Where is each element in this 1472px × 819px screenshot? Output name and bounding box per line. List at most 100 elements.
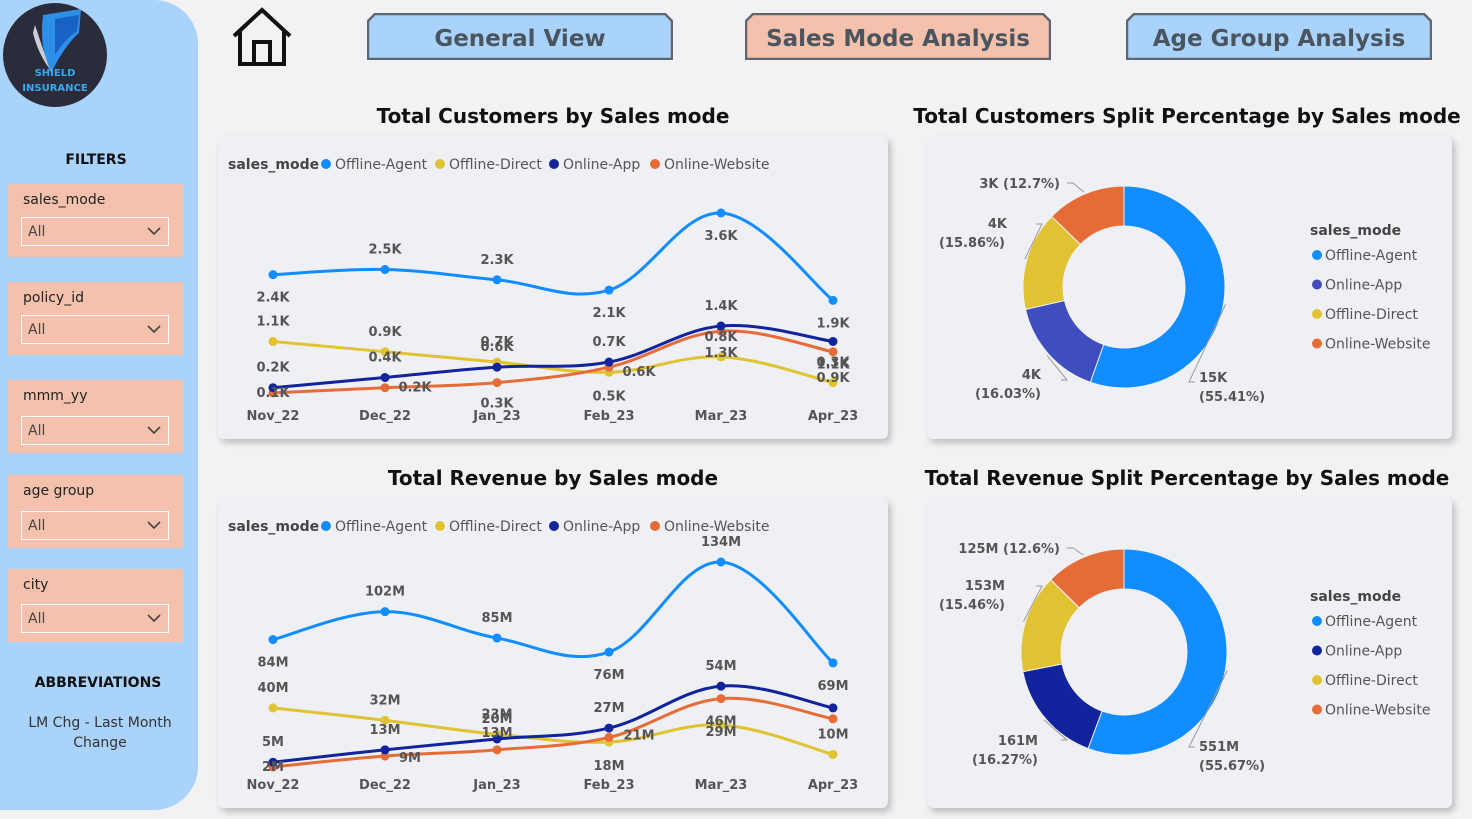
legend-item-online-app[interactable]: Online-App — [549, 519, 640, 535]
data-point[interactable] — [492, 378, 502, 388]
button-label: Sales Mode Analysis — [766, 26, 1030, 52]
series-line — [272, 696, 834, 769]
data-point[interactable] — [716, 681, 726, 691]
dropdown-value: All — [28, 423, 46, 439]
data-label: 5M — [262, 735, 284, 750]
data-label: 10M — [817, 727, 848, 742]
logo-line2: INSURANCE — [22, 83, 88, 94]
legend-item-offline-direct[interactable]: Offline-Direct — [435, 519, 542, 535]
data-point[interactable] — [828, 749, 838, 759]
legend-item-online-website[interactable]: Online-Website — [1312, 703, 1430, 719]
home-icon[interactable] — [230, 6, 294, 68]
data-label: 0.4K — [368, 350, 402, 365]
abbreviations-title: ABBREVIATIONS — [34, 675, 162, 691]
policy-id-dropdown[interactable]: All — [21, 315, 169, 344]
legend-item-online-app[interactable]: Online-App — [549, 157, 640, 173]
data-point[interactable] — [268, 635, 278, 645]
slice-value-label: 15K — [1199, 371, 1228, 386]
data-point[interactable] — [828, 703, 838, 713]
legend-marker — [549, 521, 559, 531]
series-offline-agent — [268, 208, 838, 305]
legend-label: Offline-Agent — [1325, 614, 1418, 630]
data-label: 0.5K — [592, 389, 626, 404]
data-point[interactable] — [492, 362, 502, 372]
x-tick-label: Feb_23 — [583, 409, 634, 424]
filters-title: FILTERS — [65, 152, 127, 168]
legend-item-online-website[interactable]: Online-Website — [1312, 337, 1430, 353]
data-label: 0.6K — [622, 365, 656, 380]
filter-sales-mode: sales_mode All — [8, 184, 183, 257]
leader-line — [1067, 182, 1085, 193]
chart-legend: sales_mode Offline-Agent Online-App Offline… — [1310, 223, 1430, 353]
filter-city: city All — [8, 569, 183, 642]
series-offline-direct — [268, 703, 838, 759]
data-point[interactable] — [380, 607, 390, 617]
data-point[interactable] — [604, 285, 614, 295]
legend-item-offline-direct[interactable]: Offline-Direct — [1312, 307, 1418, 323]
legend-item-offline-direct[interactable]: Offline-Direct — [1312, 673, 1418, 689]
data-label: 69M — [817, 679, 848, 694]
data-point[interactable] — [604, 647, 614, 657]
data-point[interactable] — [828, 714, 838, 724]
data-point[interactable] — [716, 557, 726, 567]
slice-value-label: 125M (12.6%) — [958, 542, 1060, 557]
series-online-app — [268, 681, 838, 767]
data-point[interactable] — [716, 694, 726, 704]
legend-label: Online-App — [1325, 644, 1402, 660]
chart-legend: sales_mode Offline-Agent Offline-Direct Onl… — [228, 519, 769, 535]
sales-mode-dropdown[interactable]: All — [21, 217, 169, 246]
general-view-button[interactable]: General View — [367, 13, 673, 60]
age-group-dropdown[interactable]: All — [21, 511, 169, 540]
data-point[interactable] — [604, 357, 614, 367]
data-label: 0.1K — [256, 386, 290, 401]
legend-item-online-website[interactable]: Online-Website — [650, 519, 769, 535]
legend-label: Offline-Direct — [1325, 307, 1418, 323]
x-tick-label: Apr_23 — [808, 778, 858, 793]
data-point[interactable] — [380, 372, 390, 382]
legend-label: Online-App — [1325, 278, 1402, 294]
x-tick-label: Apr_23 — [808, 409, 858, 424]
data-point[interactable] — [828, 658, 838, 668]
data-point[interactable] — [380, 265, 390, 275]
data-point[interactable] — [268, 270, 278, 280]
data-point[interactable] — [268, 703, 278, 713]
data-label: 0.3K — [480, 397, 514, 412]
legend-item-online-app[interactable]: Online-App — [1312, 278, 1402, 294]
legend-marker — [1312, 338, 1322, 349]
data-point[interactable] — [828, 295, 838, 305]
legend-item-offline-direct[interactable]: Offline-Direct — [435, 157, 542, 173]
slice-value-label: 4K — [1022, 368, 1042, 383]
data-point[interactable] — [716, 208, 726, 218]
legend-item-online-website[interactable]: Online-Website — [650, 157, 769, 173]
mmm-yy-dropdown[interactable]: All — [21, 416, 169, 445]
slice-label-online-website: 3K (12.7%) — [979, 177, 1060, 192]
dropdown-value: All — [28, 322, 46, 338]
city-dropdown[interactable]: All — [21, 604, 169, 633]
dropdown-value: All — [28, 611, 46, 627]
sales-mode-analysis-button[interactable]: Sales Mode Analysis — [745, 13, 1051, 60]
data-point[interactable] — [380, 383, 390, 393]
series-offline-agent — [268, 557, 838, 668]
data-point[interactable] — [492, 745, 502, 755]
data-point[interactable] — [492, 275, 502, 285]
legend-marker — [549, 159, 559, 169]
legend-item-offline-agent[interactable]: Offline-Agent — [321, 157, 428, 173]
legend-item-offline-agent[interactable]: Offline-Agent — [1312, 248, 1418, 264]
data-point[interactable] — [380, 745, 390, 755]
age-group-analysis-button[interactable]: Age Group Analysis — [1126, 13, 1432, 60]
data-point[interactable] — [492, 633, 502, 643]
data-point[interactable] — [268, 336, 278, 346]
legend-item-offline-agent[interactable]: Offline-Agent — [1312, 614, 1418, 630]
data-point[interactable] — [604, 732, 614, 742]
x-tick-label: Mar_23 — [695, 409, 748, 424]
data-point[interactable] — [828, 336, 838, 346]
data-label: 27M — [593, 701, 624, 716]
data-label: 0.2K — [256, 361, 290, 376]
customers-donut-chart: 15K (55.41%) 4K (16.03%) 4K (15.86%) 3K (12.7%… — [939, 177, 1430, 405]
slice-percent-label: (16.03%) — [975, 387, 1041, 402]
data-point[interactable] — [604, 723, 614, 733]
legend-item-online-app[interactable]: Online-App — [1312, 644, 1402, 660]
customers-donut-card: 15K (55.41%) 4K (16.03%) 4K (15.86%) 3K (12.7%… — [927, 136, 1452, 439]
legend-item-offline-agent[interactable]: Offline-Agent — [321, 519, 428, 535]
data-label: 9M — [399, 751, 421, 766]
